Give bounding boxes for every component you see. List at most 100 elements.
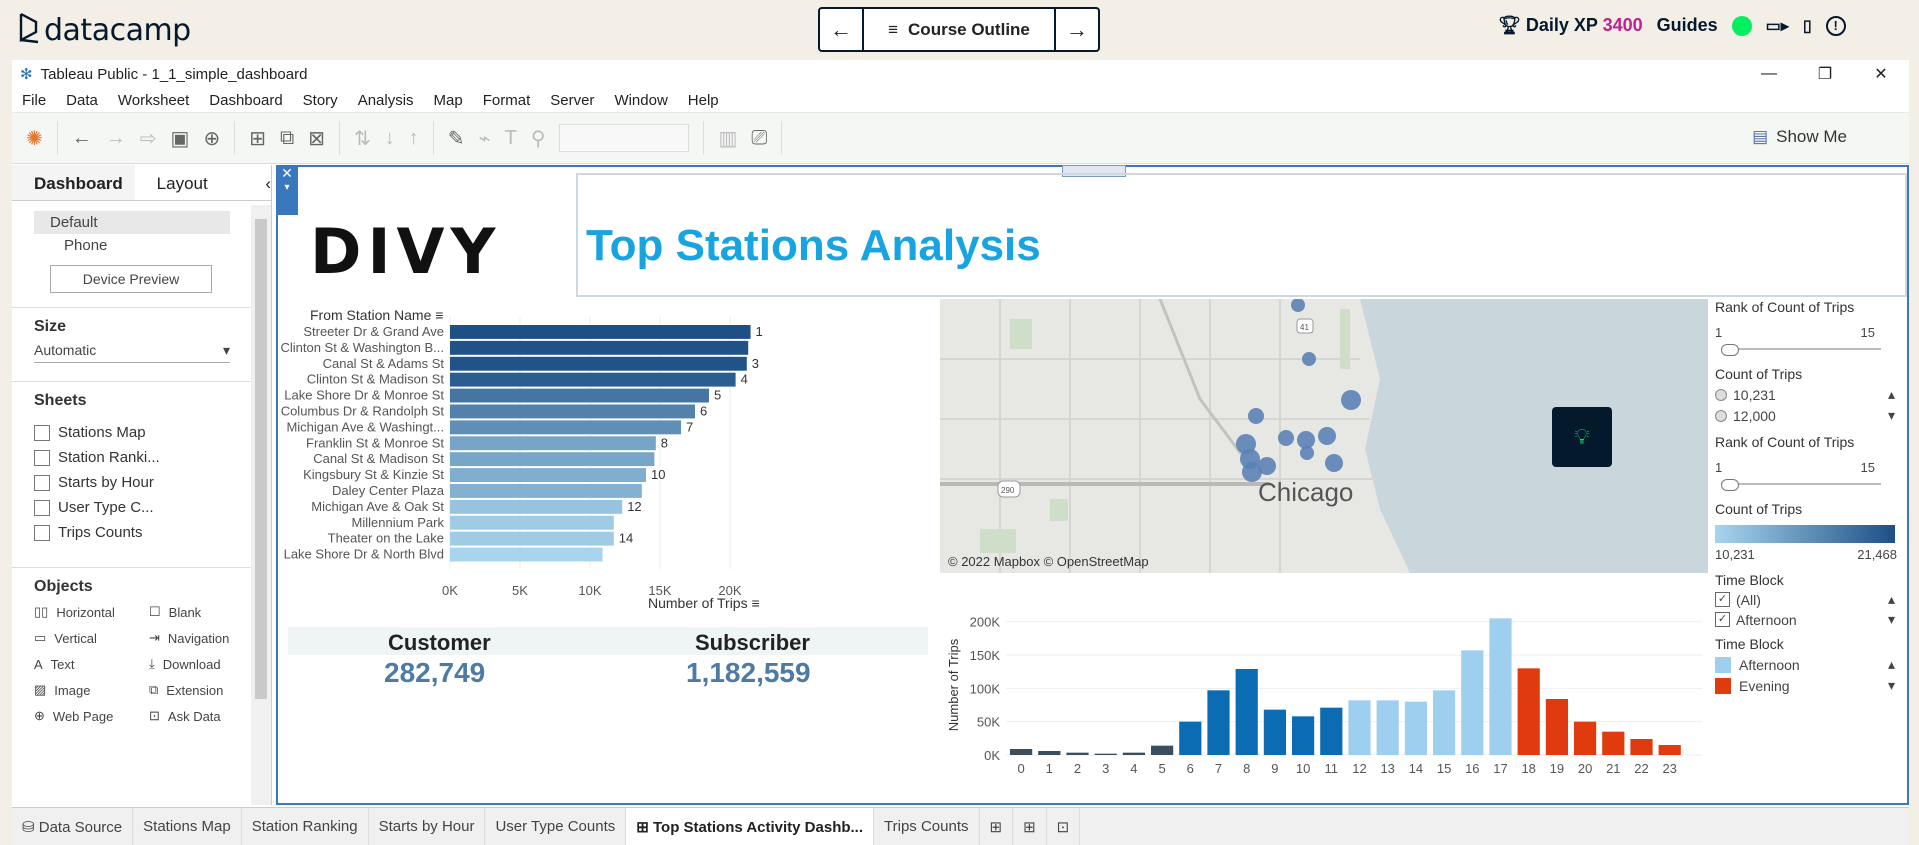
scroll-up-icon[interactable]: ▴ (1888, 386, 1895, 403)
rank-slider[interactable] (1715, 344, 1885, 356)
tab-trips-counts[interactable]: Trips Counts (874, 808, 980, 845)
scrollbar-thumb[interactable] (255, 219, 267, 699)
size-dropdown[interactable]: Automatic ▾ (34, 342, 230, 363)
sheet-item[interactable]: Station Ranki... (34, 445, 271, 470)
minimize-icon[interactable]: — (1741, 60, 1797, 88)
group-icon[interactable]: ⌁ (479, 126, 491, 151)
duplicate-sheet-icon[interactable]: ⧉ (280, 127, 294, 150)
restore-icon[interactable]: ❐ (1797, 60, 1853, 88)
device-option-default[interactable]: Default (34, 211, 230, 234)
sheet-item[interactable]: Trips Counts (34, 520, 271, 545)
rank-slider-2[interactable] (1715, 479, 1885, 491)
menu-analysis[interactable]: Analysis (358, 92, 414, 109)
station-marker[interactable] (1278, 430, 1294, 446)
menu-worksheet[interactable]: Worksheet (118, 92, 189, 109)
save-icon[interactable]: ▣ (171, 126, 190, 151)
station-marker[interactable] (1341, 390, 1361, 410)
tab-dashboard[interactable]: Dashboard (12, 165, 135, 200)
video-icon[interactable]: ▭▸ (1766, 16, 1789, 36)
slider-handle[interactable] (1721, 479, 1739, 491)
legend-item[interactable]: Evening ▾ (1715, 677, 1905, 694)
menu-help[interactable]: Help (688, 92, 719, 109)
menu-story[interactable]: Story (303, 92, 338, 109)
guides-button[interactable]: Guides (1657, 15, 1718, 36)
sort-desc-icon[interactable]: ↑ (409, 127, 419, 150)
lightbulb-icon[interactable]: 💡︎ (1552, 407, 1612, 467)
station-marker[interactable] (1325, 454, 1343, 472)
show-me-button[interactable]: ▤ Show Me (1752, 127, 1847, 147)
sort-icon[interactable]: ≡ (751, 595, 759, 611)
time-block-option[interactable]: ✓ (All) ▴ (1715, 591, 1905, 608)
object-ask-data[interactable]: ⊡ Ask Data (149, 708, 264, 724)
pin-icon[interactable]: ⚲ (531, 126, 546, 151)
scroll-up-icon[interactable]: ▴ (1888, 656, 1895, 673)
tab-layout[interactable]: Layout (135, 165, 258, 200)
tab-user-type-counts[interactable]: User Type Counts (485, 808, 627, 845)
undo-icon[interactable]: ← (72, 127, 92, 150)
object-horizontal[interactable]: ▯▯ Horizontal (34, 604, 149, 620)
tab-starts-by-hour[interactable]: Starts by Hour (369, 808, 486, 845)
info-icon[interactable]: ! (1825, 15, 1846, 36)
menu-file[interactable]: File (22, 92, 46, 109)
collapse-panel-icon[interactable]: ‹ (257, 165, 271, 200)
slider-handle[interactable] (1721, 344, 1739, 356)
sheet-item[interactable]: Starts by Hour (34, 470, 271, 495)
menu-map[interactable]: Map (434, 92, 463, 109)
station-marker[interactable] (1258, 457, 1276, 475)
close-container-icon[interactable]: ✕ (276, 165, 298, 182)
new-dashboard-tab-icon[interactable]: ⊞ (1013, 808, 1047, 845)
object-navigation[interactable]: ⇥ Navigation (149, 630, 264, 646)
close-window-icon[interactable]: ✕ (1853, 60, 1909, 88)
sort-asc-icon[interactable]: ↓ (385, 127, 395, 150)
count-option[interactable]: 10,231 ▴ (1715, 386, 1905, 403)
scroll-down-icon[interactable]: ▾ (1888, 677, 1895, 694)
station-marker[interactable] (1318, 427, 1336, 445)
tableau-home-icon[interactable]: ✺ (26, 126, 43, 151)
menu-format[interactable]: Format (483, 92, 531, 109)
menu-window[interactable]: Window (614, 92, 667, 109)
scroll-down-icon[interactable]: ▾ (1888, 611, 1895, 628)
course-outline-button[interactable]: ≡ Course Outline (862, 9, 1056, 50)
clear-sheet-icon[interactable]: ⊠ (308, 126, 325, 151)
sheet-item[interactable]: User Type C... (34, 495, 271, 520)
container-menu-icon[interactable]: ▾ (276, 182, 298, 193)
scroll-up-icon[interactable]: ▴ (1888, 591, 1895, 608)
time-block-option[interactable]: ✓ Afternoon ▾ (1715, 611, 1905, 628)
station-marker[interactable] (1248, 408, 1264, 424)
redo-icon[interactable]: → (106, 127, 126, 150)
datacamp-logo[interactable]: datacamp (18, 12, 191, 48)
label-icon[interactable]: T (505, 127, 517, 150)
station-marker[interactable] (1302, 352, 1316, 366)
show-cards-icon[interactable]: ▥ (718, 126, 737, 151)
menu-dashboard[interactable]: Dashboard (209, 92, 282, 109)
station-marker[interactable] (1300, 446, 1314, 460)
replay-icon[interactable]: ⇨ (140, 126, 157, 151)
tab-top-stations-dashboard[interactable]: ⊞ Top Stations Activity Dashb... (626, 808, 875, 845)
device-option-phone[interactable]: Phone (34, 234, 271, 257)
object-download[interactable]: ⤓ Download (149, 656, 264, 672)
tab-stations-map[interactable]: Stations Map (133, 808, 242, 845)
sheet-item[interactable]: Stations Map (34, 420, 271, 445)
highlight-icon[interactable]: ✎ (448, 126, 465, 151)
prev-lesson-button[interactable]: ← (820, 9, 862, 50)
menu-data[interactable]: Data (66, 92, 98, 109)
side-panel-scrollbar[interactable] (251, 205, 271, 805)
new-worksheet-tab-icon[interactable]: ⊞ (980, 808, 1014, 845)
tab-data-source[interactable]: ⛁ Data Source (12, 808, 134, 845)
object-vertical[interactable]: ▭ Vertical (34, 630, 149, 646)
slides-icon[interactable]: ▯ (1803, 16, 1812, 36)
presentation-icon[interactable]: ⎚ (751, 127, 767, 150)
swap-icon[interactable]: ⇅ (354, 126, 371, 151)
count-option[interactable]: 12,000 ▾ (1715, 407, 1905, 424)
object-web-page[interactable]: ⊕ Web Page (34, 708, 149, 724)
stations-map[interactable]: 41 290 Chicago © 2022 Mapbox © OpenStree… (940, 299, 1708, 573)
legend-item[interactable]: Afternoon ▴ (1715, 656, 1905, 673)
menu-server[interactable]: Server (550, 92, 594, 109)
new-worksheet-icon[interactable]: ⊞ (249, 126, 266, 151)
new-story-tab-icon[interactable]: ⊡ (1047, 808, 1081, 845)
next-lesson-button[interactable]: → (1056, 9, 1098, 50)
object-image[interactable]: ▨ Image (34, 682, 149, 698)
object-extension[interactable]: ⧉ Extension (149, 682, 264, 698)
object-text[interactable]: A Text (34, 656, 149, 672)
scroll-down-icon[interactable]: ▾ (1888, 407, 1895, 424)
